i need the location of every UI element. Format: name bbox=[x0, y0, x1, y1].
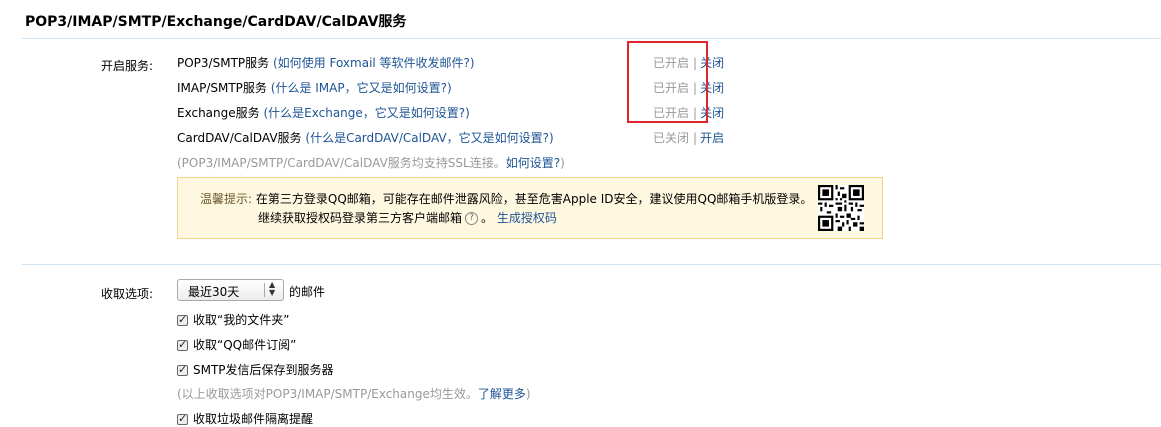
option-my-folders[interactable]: 收取“我的文件夹” bbox=[177, 311, 289, 328]
service-status-carddav: 已关闭 | 开启 bbox=[653, 131, 725, 145]
tip-box: 温馨提示: 在第三方登录QQ邮箱，可能存在邮件泄露风险，甚至危害Apple ID… bbox=[177, 177, 883, 239]
service-help-link[interactable]: 什么是 IMAP，它又是如何设置? bbox=[275, 81, 447, 95]
learn-more-link[interactable]: 了解更多 bbox=[478, 387, 526, 401]
tip-line: 温馨提示: 在第三方登录QQ邮箱，可能存在邮件泄露风险，甚至危害Apple ID… bbox=[200, 190, 812, 207]
qr-code-icon bbox=[818, 185, 864, 231]
ssl-howto-link[interactable]: 如何设置? bbox=[506, 156, 560, 170]
select-arrows-icon: ▲ ▼ bbox=[269, 280, 276, 297]
checkbox[interactable] bbox=[177, 313, 188, 326]
service-row-exchange: Exchange服务 (什么是Exchange，它又是如何设置?) bbox=[177, 106, 470, 120]
generate-auth-code-link[interactable]: 生成授权码 bbox=[497, 211, 557, 225]
select-value: 最近30天 bbox=[188, 285, 240, 299]
tip-label: 温馨提示: bbox=[200, 192, 253, 206]
after-select-text: 的邮件 bbox=[289, 285, 326, 299]
service-name: Exchange服务 bbox=[177, 106, 260, 120]
tip-text: 在第三方登录QQ邮箱，可能存在邮件泄露风险，甚至危害Apple ID安全，建议使… bbox=[255, 192, 813, 206]
status-text: 已关闭 bbox=[653, 131, 690, 145]
service-help-link[interactable]: 什么是CardDAV/CalDAV，它又是如何设置? bbox=[310, 131, 549, 145]
ssl-note: (POP3/IMAP/SMTP/CardDAV/CalDAV服务均支持SSL连接… bbox=[177, 156, 565, 170]
highlight-box bbox=[627, 41, 708, 123]
option-spam-reminder[interactable]: 收取垃圾邮件隔离提醒 bbox=[177, 410, 313, 427]
tip-text: 继续获取授权码登录第三方客户端邮箱 bbox=[258, 211, 463, 225]
service-row-carddav: CardDAV/CalDAV服务 (什么是CardDAV/CalDAV，它又是如… bbox=[177, 131, 554, 145]
service-help-link[interactable]: 什么是Exchange，它又是如何设置? bbox=[268, 106, 465, 120]
checkbox[interactable] bbox=[177, 412, 188, 425]
divider bbox=[22, 38, 1161, 39]
help-icon[interactable]: ? bbox=[465, 212, 479, 225]
section-title: POP3/IMAP/SMTP/Exchange/CardDAV/CalDAV服务 bbox=[25, 14, 407, 30]
option-label: SMTP发信后保存到服务器 bbox=[193, 363, 334, 377]
option-label: 收取“QQ邮件订阅” bbox=[193, 338, 297, 352]
checkbox[interactable] bbox=[177, 363, 188, 376]
receive-range-select[interactable]: 最近30天 ▲ ▼ bbox=[177, 279, 284, 301]
receive-note: (以上收取选项对POP3/IMAP/SMTP/Exchange均生效。了解更多) bbox=[177, 387, 531, 401]
service-row-pop3: POP3/SMTP服务 (如何使用 Foxmail 等软件收发邮件?) bbox=[177, 56, 475, 70]
option-label: 收取垃圾邮件隔离提醒 bbox=[193, 412, 314, 426]
option-save-sent[interactable]: SMTP发信后保存到服务器 bbox=[177, 361, 334, 378]
service-name: IMAP/SMTP服务 bbox=[177, 81, 267, 95]
service-row-imap: IMAP/SMTP服务 (什么是 IMAP，它又是如何设置?) bbox=[177, 81, 452, 95]
service-name: POP3/SMTP服务 bbox=[177, 56, 270, 70]
open-services-label: 开启服务: bbox=[101, 59, 154, 73]
service-name: CardDAV/CalDAV服务 bbox=[177, 131, 302, 145]
toggle-service-button[interactable]: 开启 bbox=[700, 131, 724, 145]
receive-options-label: 收取选项: bbox=[101, 287, 154, 301]
option-qq-subscriptions[interactable]: 收取“QQ邮件订阅” bbox=[177, 336, 296, 353]
tip-line: 继续获取授权码登录第三方客户端邮箱?。 生成授权码 bbox=[258, 211, 557, 225]
service-help-link[interactable]: 如何使用 Foxmail 等软件收发邮件? bbox=[278, 56, 470, 70]
checkbox[interactable] bbox=[177, 338, 188, 351]
option-label: 收取“我的文件夹” bbox=[193, 313, 290, 327]
divider bbox=[22, 264, 1161, 265]
